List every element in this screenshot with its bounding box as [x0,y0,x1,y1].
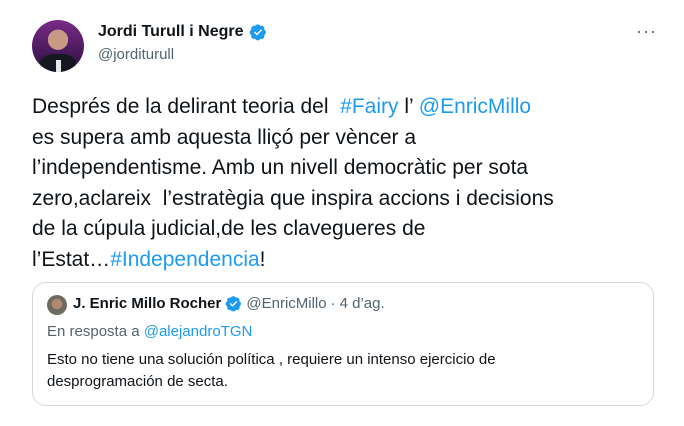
separator-dot: · [330,295,336,312]
author-handle[interactable]: @jorditurull [98,46,174,63]
quoted-tweet-line-1: Esto no tiene una solución política , re… [47,351,496,368]
reply-prefix: En resposta a [47,323,144,340]
tweet-line-4: zero,aclareix l’estratègia que inspira a… [32,186,554,210]
tweet-text-segment: l’ [398,95,419,118]
hashtag-independencia-link[interactable]: #Independencia [110,248,259,271]
quoted-author-name[interactable]: J. Enric Millo Rocher [73,295,221,312]
avatar-tie-shape [56,60,61,72]
tweet-text-segment: l’Estat… [32,247,111,271]
tweet[interactable]: Jordi Turull i Negre @jorditurull ··· De… [0,0,684,426]
quoted-author-handle[interactable]: @EnricMillo [246,295,326,312]
tweet-text-segment: ! [259,247,266,271]
quoted-tweet-date[interactable]: 4 d’ag. [340,295,385,312]
verified-badge-icon [249,24,266,41]
more-options-icon[interactable]: ··· [636,22,657,40]
quoted-tweet[interactable]: J. Enric Millo Rocher @EnricMillo · 4 d’… [32,282,654,406]
reply-context: En resposta a @alejandroTGN [47,323,252,340]
tweet-text: Després de la delirant teoria del #Fairy… [32,92,662,275]
author-avatar[interactable] [32,20,84,72]
tweet-line-1: Després de la delirant teoria del #Fairy… [32,92,662,123]
author-name-row[interactable]: Jordi Turull i Negre [98,23,267,41]
mention-enricmillo-link[interactable]: @EnricMillo [419,95,531,118]
author-name[interactable]: Jordi Turull i Negre [98,23,244,41]
tweet-line-6: l’Estat…#Independencia! [32,245,662,276]
verified-badge-icon [226,296,242,312]
tweet-line-2: es supera amb aquesta lliçó per vèncer a [32,125,417,149]
quoted-author-avatar[interactable] [47,295,67,315]
hashtag-fairy-link[interactable]: #Fairy [340,95,398,118]
quoted-tweet-text: Esto no tiene una solución política , re… [47,349,637,393]
tweet-text-segment: Després de la delirant teoria del [32,95,341,118]
reply-to-mention-link[interactable]: @alejandroTGN [144,323,253,340]
quoted-tweet-header: J. Enric Millo Rocher @EnricMillo · 4 d’… [73,295,385,312]
tweet-line-3: l’independentisme. Amb un nivell democrà… [32,156,529,179]
tweet-line-5: de la cúpula judicial,de les clavegueres… [32,217,426,240]
quoted-tweet-line-2: desprogramación de secta. [47,373,228,390]
